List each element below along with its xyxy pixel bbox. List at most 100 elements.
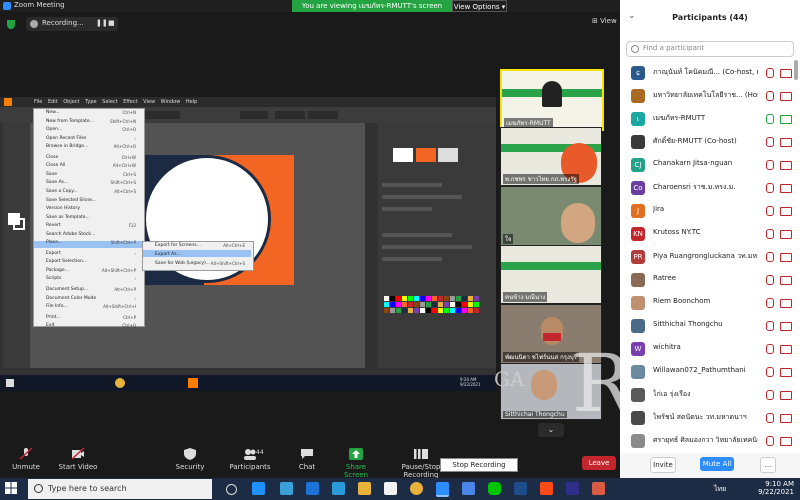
file-menu-item[interactable]: Revert F12 [34,223,142,231]
participant-row[interactable]: PR Piya Ruangrongluckana วท.มหาดนาฯ [620,246,800,268]
participant-row[interactable]: เ เมฆภัทร-RMUTT [620,108,800,130]
ie-icon[interactable] [306,482,319,495]
view-layout-button[interactable]: ⊞ View [592,17,617,25]
participant-row[interactable]: ไพรัชน์ สดนัดนะ วท.มหาดนาฯ [620,407,800,429]
swatch[interactable] [462,302,467,307]
swatch[interactable] [474,296,479,301]
chat-button[interactable]: Chat [294,448,320,471]
swatch[interactable] [438,302,443,307]
illustrator-menu-items[interactable]: File Edit Object Type Select Effect View… [34,99,197,105]
swatches-panel[interactable] [384,296,484,326]
participant-row[interactable]: Ratree [620,269,800,291]
stroke-swatch[interactable] [13,218,25,230]
swatch[interactable] [426,308,431,313]
swatch[interactable] [396,296,401,301]
swatch[interactable] [450,296,455,301]
file-menu-item[interactable]: Open... Ctrl+O [34,127,142,135]
swatch[interactable] [456,302,461,307]
participant-row[interactable]: KN Krutoss NY.TC [620,223,800,245]
security-shield-icon[interactable] [7,20,15,29]
file-menu-item[interactable]: Save as Template... [34,215,142,223]
edge-icon[interactable] [252,482,265,495]
file-menu-item[interactable]: Document Setup... Alt+Ctrl+P [34,287,142,295]
file-menu-item[interactable]: Save a Copy... Alt+Ctrl+S [34,189,142,197]
taskbar-search-box[interactable]: Type here to search [28,479,212,499]
video-tile[interactable]: พ.กชพร ชาวไทย กภ.ทรงรัฐ [500,127,602,186]
app-icon[interactable] [592,482,605,495]
file-menu-item[interactable]: Close Ctrl+W [34,155,142,163]
file-menu-item[interactable]: Search Adobe Stock... [34,232,142,240]
video-tile[interactable]: เมฆภัทร-RMUTT [500,69,604,131]
file-menu-item[interactable]: New from Template... Shift+Ctrl+N [34,119,142,127]
opacity-field[interactable] [240,111,268,119]
participants-scrollbar[interactable] [794,60,798,80]
file-menu-item[interactable]: Save As... Shift+Ctrl+S [34,180,142,188]
swatch[interactable] [474,302,479,307]
file-menu-item[interactable]: Close All Alt+Ctrl+W [34,163,142,171]
swatch[interactable] [432,302,437,307]
participant-row[interactable]: ɕ ภาณุนันท์ โคนิคมณี... (Co-host, me) [620,62,800,84]
app-icon[interactable] [566,482,579,495]
leave-button[interactable]: Leave [582,456,616,470]
swatch[interactable] [432,308,437,313]
swatch[interactable] [402,308,407,313]
swatch[interactable] [468,308,473,313]
file-menu-item[interactable]: Save Ctrl+S [34,172,142,180]
paint-icon[interactable] [384,482,397,495]
participant-row[interactable]: Co Charoensri ราช.ม.ทรง.ม. [620,177,800,199]
word-icon[interactable] [514,482,527,495]
photos-icon[interactable] [462,482,475,495]
more-options-button[interactable]: ... [760,457,776,473]
swatch[interactable] [390,296,395,301]
chrome-icon[interactable] [410,482,423,495]
video-tile[interactable]: ใจ [500,186,602,246]
swatch[interactable] [462,296,467,301]
export-submenu-item[interactable]: Save for Web (Legacy)... Alt+Shift+Ctrl+S [143,261,251,269]
swatch[interactable] [402,296,407,301]
participant-row[interactable]: J Jira [620,200,800,222]
swatch[interactable] [420,302,425,307]
file-explorer-icon[interactable] [358,482,371,495]
gallery-scroll-down-button[interactable]: ⌄ [538,423,564,437]
file-menu-item[interactable]: Place... Shift+Ctrl+P [34,240,142,248]
swatch[interactable] [414,308,419,313]
swatch[interactable] [462,308,467,313]
swatch[interactable] [450,302,455,307]
swatch[interactable] [438,308,443,313]
file-menu-item[interactable]: Save Selected Slices... [34,198,142,206]
line-app-icon[interactable] [488,482,501,495]
participant-search-input[interactable]: Find a participant [626,41,794,57]
swatch[interactable] [432,296,437,301]
participant-row[interactable]: ศักดิ์ชัย-RMUTT (Co-host) [620,131,800,153]
swatch[interactable] [468,296,473,301]
participants-button[interactable]: Participants [228,448,272,471]
file-menu-item[interactable]: Browse in Bridge... Alt+Ctrl+O [34,144,142,152]
swatch[interactable] [414,302,419,307]
swatch[interactable] [408,302,413,307]
swatch[interactable] [384,302,389,307]
swatch[interactable] [456,296,461,301]
security-button[interactable]: Security [174,448,206,471]
stop-recording-button[interactable]: ■ [108,19,115,27]
pdf-icon[interactable] [540,482,553,495]
export-submenu-item[interactable]: Export for Screens... Alt+Ctrl+E [143,243,251,251]
file-menu-item[interactable]: Scripts › [34,276,142,284]
swatch[interactable] [444,302,449,307]
file-menu-item[interactable]: Export › [34,251,142,259]
swatch[interactable] [384,296,389,301]
swatch[interactable] [408,296,413,301]
participant-row[interactable]: Riem Boonchom [620,292,800,314]
swatch[interactable] [474,308,479,313]
swatch[interactable] [390,308,395,313]
export-submenu-item[interactable]: Export As... [143,252,251,260]
swatch[interactable] [402,302,407,307]
swatch[interactable] [408,308,413,313]
participant-row[interactable]: Sitthichai Thongchu [620,315,800,337]
store-icon[interactable] [332,482,345,495]
swatch[interactable] [456,308,461,313]
file-menu-item[interactable]: Print... Ctrl+P [34,315,142,323]
stroke-dropdown[interactable] [145,111,180,119]
mute-all-button[interactable]: Mute All [700,457,734,471]
zoom-app-icon[interactable] [436,482,449,497]
swatch[interactable] [384,308,389,313]
